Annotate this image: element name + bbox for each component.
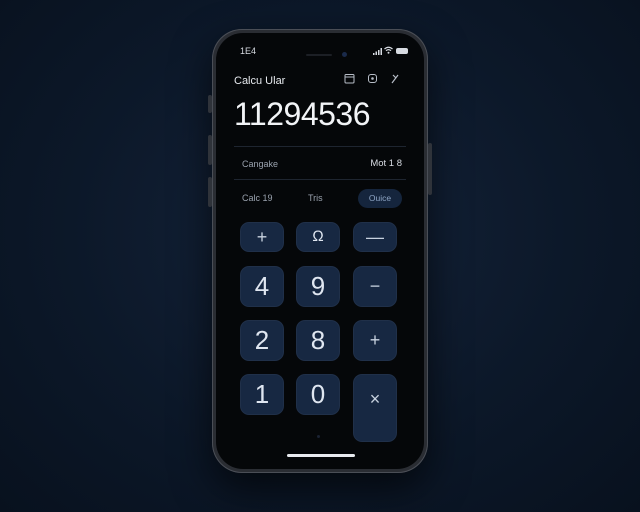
app-title: Calcu Ular	[234, 75, 286, 87]
home-indicator[interactable]	[287, 454, 355, 457]
result-display: 11294536	[234, 96, 371, 132]
divider-bottom	[234, 179, 406, 180]
battery-icon	[396, 48, 408, 54]
key-minus[interactable]: −	[353, 266, 397, 307]
key-paren[interactable]: Ω	[296, 222, 340, 252]
page-dot	[317, 435, 320, 438]
speaker-grille	[306, 54, 332, 56]
mode-tris[interactable]: Tris	[308, 193, 323, 203]
mode-calc[interactable]: Calc 19	[242, 193, 273, 203]
wifi-icon	[384, 46, 393, 56]
key-minus-top[interactable]: —	[353, 222, 397, 252]
power-button	[428, 143, 432, 195]
key-2[interactable]: 2	[240, 320, 284, 361]
info-value: Mot 1 8	[370, 158, 402, 169]
mute-button	[208, 177, 212, 207]
key-plus-top[interactable]: +	[240, 222, 284, 252]
phone-frame: 1E4 Calcu Ular 11294536 Cangake Mot 1 8 …	[208, 29, 432, 473]
screen: 1E4 Calcu Ular 11294536 Cangake Mot 1 8 …	[216, 33, 424, 469]
calendar-icon[interactable]	[343, 73, 356, 86]
volume-down-button	[208, 135, 212, 165]
status-bar: 1E4	[216, 45, 424, 59]
key-0[interactable]: 0	[296, 374, 340, 415]
info-label: Cangake	[242, 159, 279, 169]
volume-up-button	[208, 95, 212, 113]
header-icons	[343, 73, 402, 86]
settings-icon[interactable]	[389, 73, 402, 86]
key-9[interactable]: 9	[296, 266, 340, 307]
history-icon[interactable]	[366, 73, 379, 86]
key-8[interactable]: 8	[296, 320, 340, 361]
front-camera	[342, 52, 347, 57]
key-plus[interactable]: +	[353, 320, 397, 361]
status-time: 1E4	[240, 46, 257, 56]
mode-active-chip[interactable]: Ouice	[358, 189, 402, 208]
key-1[interactable]: 1	[240, 374, 284, 415]
key-multiply[interactable]: ×	[353, 374, 397, 442]
key-4[interactable]: 4	[240, 266, 284, 307]
signal-icon	[373, 47, 382, 57]
divider-top	[234, 146, 406, 147]
